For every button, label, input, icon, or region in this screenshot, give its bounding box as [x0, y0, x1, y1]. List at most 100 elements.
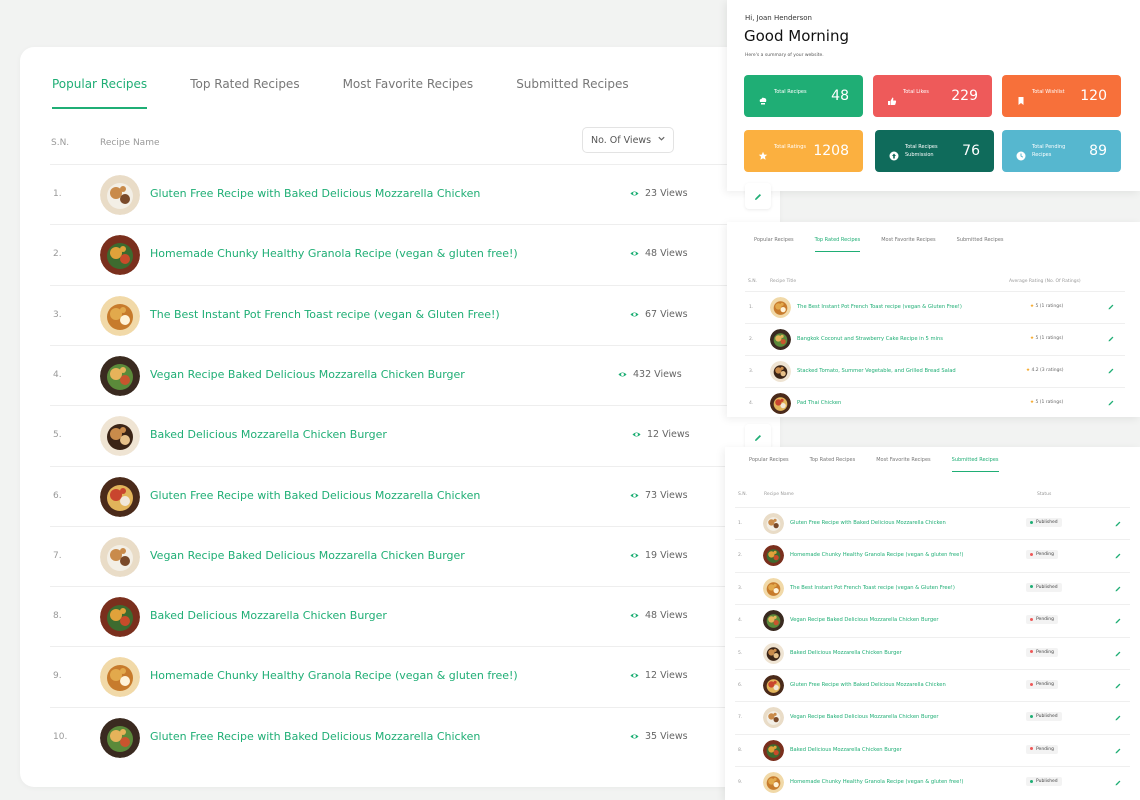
stat-card-total-likes[interactable]: Total Likes 229	[873, 75, 992, 117]
recipe-name-link[interactable]: The Best Instant Pot French Toast recipe…	[797, 304, 962, 310]
tab-submitted-recipes[interactable]: Submitted Recipes	[516, 77, 628, 109]
tab-most-favorite-recipes[interactable]: Most Favorite Recipes	[876, 457, 930, 472]
edit-pencil-icon[interactable]	[1107, 399, 1115, 407]
tab-top-rated-recipes[interactable]: Top Rated Recipes	[810, 457, 856, 472]
chevron-down-icon	[657, 134, 666, 146]
recipe-name-link[interactable]: Gluten Free Recipe with Baked Delicious …	[150, 730, 480, 743]
pencil-icon	[753, 187, 763, 206]
edit-pencil-icon[interactable]	[1114, 585, 1122, 593]
recipe-name-link[interactable]: Vegan Recipe Baked Delicious Mozzarella …	[790, 714, 938, 720]
tab-top-rated-recipes[interactable]: Top Rated Recipes	[190, 77, 299, 109]
page-subtitle: Here's a summary of your website.	[745, 53, 824, 58]
rating-text: 5 (1 ratings)	[1035, 400, 1064, 405]
row-sn: 4.	[738, 618, 743, 624]
table-row: 3. The Best Instant Pot French Toast reci…	[50, 284, 780, 345]
stat-card-total-ratings[interactable]: Total Ratings 1208	[744, 130, 863, 172]
tab-popular-recipes[interactable]: Popular Recipes	[749, 457, 789, 472]
recipe-name-link[interactable]: The Best Instant Pot French Toast recipe…	[150, 308, 500, 321]
recipe-name-link[interactable]: Gluten Free Recipe with Baked Delicious …	[150, 489, 480, 502]
status-text: Pending	[1036, 649, 1054, 655]
edit-pencil-icon[interactable]	[1114, 747, 1122, 755]
status-badge: Pending	[1026, 680, 1058, 689]
edit-pencil-icon[interactable]	[1114, 650, 1122, 658]
edit-pencil-icon[interactable]	[1107, 303, 1115, 311]
view-count-text: 432 Views	[633, 368, 682, 380]
status-dot	[1030, 650, 1033, 654]
eye-icon	[632, 430, 641, 439]
tab-most-favorite-recipes[interactable]: Most Favorite Recipes	[343, 77, 474, 109]
recipe-name-link[interactable]: Baked Delicious Mozzarella Chicken Burge…	[150, 609, 387, 622]
stat-card-total-recipes[interactable]: Total Recipes 48	[744, 75, 863, 117]
stat-card-total-wishlist[interactable]: Total Wishlist 120	[1002, 75, 1121, 117]
edit-pencil-icon[interactable]	[1114, 779, 1122, 787]
eye-icon	[630, 551, 639, 560]
edit-pencil-icon[interactable]	[1107, 367, 1115, 375]
edit-pencil-icon[interactable]	[1114, 520, 1122, 528]
stat-label: Total Recipes Submission	[905, 144, 938, 158]
recipe-name-link[interactable]: Stacked Tomato, Summer Vegetable, and Gr…	[797, 368, 956, 374]
table-row: 3. The Best Instant Pot French Toast reci…	[735, 571, 1130, 604]
pencil-icon	[753, 428, 763, 447]
recipe-name-link[interactable]: Vegan Recipe Baked Delicious Mozzarella …	[150, 368, 465, 381]
status-badge: Published	[1026, 518, 1062, 527]
tab-popular-recipes[interactable]: Popular Recipes	[754, 237, 794, 252]
recipe-name-link[interactable]: Bangkok Coconut and Strawberry Cake Reci…	[797, 336, 943, 342]
row-sn: 9.	[53, 671, 62, 682]
edit-pencil-icon[interactable]	[1107, 335, 1115, 343]
status-badge: Published	[1026, 777, 1062, 787]
recipe-name-link[interactable]: Gluten Free Recipe with Baked Delicious …	[150, 187, 480, 200]
stat-value: 48	[831, 88, 849, 104]
recipe-name-link[interactable]: Homemade Chunky Healthy Granola Recipe (…	[150, 247, 518, 260]
tab-submitted-recipes[interactable]: Submitted Recipes	[957, 237, 1004, 252]
table-row: 1. Gluten Free Recipe with Baked Deliciou…	[50, 164, 780, 224]
recipe-name-link[interactable]: Gluten Free Recipe with Baked Delicious …	[790, 520, 946, 526]
tab-most-favorite-recipes[interactable]: Most Favorite Recipes	[881, 237, 935, 252]
chef-hat-icon	[758, 91, 768, 105]
table-row: 2. Homemade Chunky Healthy Granola Recipe…	[735, 539, 1130, 571]
status-badge: Pending	[1026, 615, 1058, 625]
recipe-thumbnail	[770, 329, 791, 350]
recipe-thumbnail	[763, 642, 784, 664]
view-count-text: 12 Views	[647, 429, 690, 441]
edit-pencil-icon[interactable]	[1114, 552, 1122, 560]
recipe-name-link[interactable]: Baked Delicious Mozzarella Chicken Burge…	[790, 650, 902, 656]
recipe-name-link[interactable]: Gluten Free Recipe with Baked Delicious …	[790, 682, 946, 688]
row-sn: 6.	[738, 683, 743, 688]
recipe-thumbnail	[100, 355, 140, 396]
status-dot	[1030, 714, 1033, 718]
recipe-name-link[interactable]: Homemade Chunky Healthy Granola Recipe (…	[150, 669, 518, 682]
stat-label: Total Pending Recipes	[1032, 144, 1066, 158]
recipe-name-link[interactable]: Baked Delicious Mozzarella Chicken Burge…	[150, 428, 387, 441]
edit-button[interactable]	[745, 183, 771, 209]
recipe-name-link[interactable]: The Best Instant Pot French Toast recipe…	[790, 585, 955, 591]
eye-icon	[630, 611, 639, 620]
tab-submitted-recipes[interactable]: Submitted Recipes	[951, 457, 999, 472]
submitted-tabs: Popular Recipes Top Rated Recipes Most Fav…	[749, 457, 1020, 472]
column-header-sn: S.N.	[738, 492, 748, 497]
stat-card-total-recipes-submission[interactable]: Total Recipes Submission 76	[875, 130, 994, 172]
recipe-thumbnail	[100, 295, 140, 336]
view-count: 48 Views	[630, 610, 688, 621]
status-badge: Published	[1026, 712, 1062, 722]
stat-card-total-pending-recipes[interactable]: Total Pending Recipes 89	[1002, 130, 1121, 172]
edit-pencil-icon[interactable]	[1114, 682, 1122, 690]
average-rating: ★ 5 (1 ratings)	[1030, 336, 1063, 341]
top-rated-recipes-panel: Popular Recipes Top Rated Recipes Most Fav…	[727, 222, 1140, 417]
row-sn: 2.	[53, 249, 62, 260]
edit-pencil-icon[interactable]	[1114, 617, 1122, 625]
recipe-name-link[interactable]: Pad Thai Chicken	[797, 400, 841, 406]
status-dot	[1030, 617, 1033, 621]
recipe-name-link[interactable]: Vegan Recipe Baked Delicious Mozzarella …	[150, 549, 465, 562]
upload-icon	[889, 146, 899, 161]
recipe-name-link[interactable]: Homemade Chunky Healthy Granola Recipe (…	[790, 552, 963, 558]
tab-popular-recipes[interactable]: Popular Recipes	[52, 77, 148, 109]
recipe-name-link[interactable]: Baked Delicious Mozzarella Chicken Burge…	[790, 747, 902, 753]
sort-by-select[interactable]: No. Of Views	[582, 127, 674, 153]
table-row: 5. Baked Delicious Mozzarella Chicken Bur…	[50, 405, 780, 465]
rating-text: 5 (1 ratings)	[1035, 336, 1064, 341]
tab-top-rated-recipes[interactable]: Top Rated Recipes	[814, 237, 861, 252]
recipe-name-link[interactable]: Vegan Recipe Baked Delicious Mozzarella …	[790, 617, 938, 623]
recipe-name-link[interactable]: Homemade Chunky Healthy Granola Recipe (…	[790, 779, 963, 785]
recipe-thumbnail	[100, 536, 140, 577]
edit-pencil-icon[interactable]	[1114, 714, 1122, 722]
